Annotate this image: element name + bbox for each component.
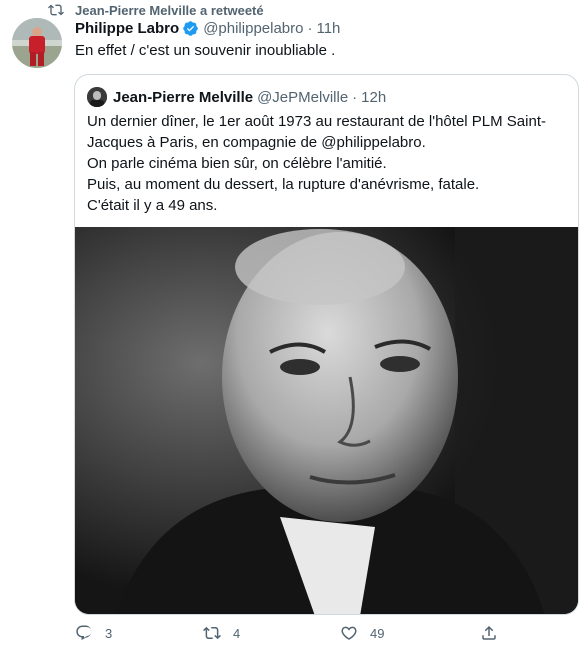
quoted-author-name: Jean-Pierre Melville: [113, 88, 254, 106]
like-count: 49: [370, 625, 385, 641]
tweet-header: Philippe Labro @philippelabro · 11h: [75, 20, 340, 37]
quoted-author-handle: @JePMelville: [257, 88, 349, 106]
share-icon: [482, 625, 496, 640]
quoted-tweet-photo[interactable]: [75, 227, 578, 614]
reply-count: 3: [105, 625, 113, 641]
author-handle[interactable]: @philippelabro: [203, 20, 303, 37]
retweet-count: 4: [233, 625, 241, 641]
quoted-text-line: Un dernier dîner, le 1er août 1973 au re…: [87, 113, 546, 130]
quoted-text-line: Puis, au moment du dessert, la rupture d…: [87, 176, 480, 193]
portrait-photo: [75, 227, 578, 614]
quoted-avatar-image: [87, 87, 107, 107]
like-icon: [341, 626, 357, 640]
tweet-text: En effet / c'est un souvenir inoubliable…: [75, 42, 336, 59]
share-button[interactable]: [480, 624, 510, 642]
quoted-timestamp: 12h: [361, 88, 387, 106]
retweet-button[interactable]: 4: [203, 624, 240, 642]
like-button[interactable]: 49: [340, 624, 384, 642]
quoted-author-avatar: [87, 87, 107, 107]
verified-badge-icon: [183, 21, 198, 36]
quoted-text-line: Jacques à Paris, en compagnie de @philip…: [87, 134, 426, 151]
reply-button[interactable]: 3: [75, 624, 112, 642]
quoted-tweet[interactable]: Jean-Pierre Melville @JePMelville · 12h …: [74, 74, 579, 615]
tweet-timestamp[interactable]: 11h: [316, 20, 340, 37]
separator-dot: ·: [307, 20, 313, 37]
quoted-text-line: C'était il y a 49 ans.: [87, 197, 218, 214]
author-avatar[interactable]: [12, 18, 62, 68]
author-name[interactable]: Philippe Labro: [75, 20, 179, 37]
avatar-image: [12, 18, 62, 68]
quoted-separator-dot: ·: [352, 88, 358, 106]
quoted-tweet-text: Un dernier dîner, le 1er août 1973 au re…: [87, 111, 567, 216]
retweet-icon: [203, 626, 221, 640]
reply-icon: [76, 625, 92, 641]
quoted-tweet-header: Jean-Pierre Melville @JePMelville · 12h: [87, 87, 386, 107]
retweet-icon: [48, 4, 64, 16]
retweet-context-text: Jean-Pierre Melville a retweeté: [75, 3, 264, 18]
quoted-text-line: On parle cinéma bien sûr, on célèbre l'a…: [87, 155, 387, 172]
tweet-actions: 3 4 49: [75, 624, 505, 648]
